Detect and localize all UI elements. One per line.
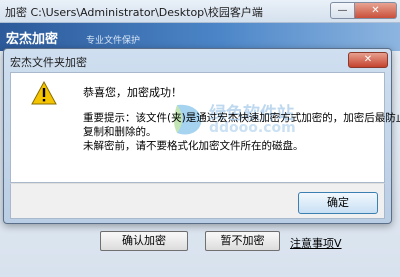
banner-title: 宏杰加密	[6, 32, 59, 47]
dialog-content: 恭喜您，加密成功！ 绿色软件站 ddooo.com 重要提示：该文件(夹)是通过…	[10, 72, 400, 183]
window-controls: — ✕	[330, 2, 397, 19]
message-line: 重要提示：该文件(夹)是通过宏杰快速加密方式加密的，加密后最防止	[83, 112, 400, 124]
message-body: 重要提示：该文件(夹)是通过宏杰快速加密方式加密的，加密后最防止 复制和删除的。…	[83, 111, 400, 153]
dialog-footer: 确定	[10, 183, 385, 219]
dialog-title: 宏杰文件夹加密	[10, 56, 87, 69]
window-titlebar: 加密 C:\Users\Administrator\Desktop\校园客户端 …	[0, 0, 400, 23]
app-banner: 宏杰加密 专业文件保护	[0, 23, 400, 51]
message-line: 未解密前，请不要格式化加密文件所在的磁盘。	[83, 140, 304, 152]
ok-button[interactable]: 确定	[298, 192, 378, 214]
notes-link[interactable]: 注意事项V	[290, 235, 342, 251]
dialog-titlebar: 宏杰文件夹加密 ✕	[4, 49, 391, 71]
confirm-encrypt-button[interactable]: 确认加密	[100, 231, 188, 251]
warning-triangle-icon	[31, 81, 57, 105]
banner-subtitle: 专业文件保护	[86, 36, 141, 46]
close-button[interactable]: ✕	[355, 2, 397, 19]
skip-encrypt-button[interactable]: 暂不加密	[205, 231, 280, 251]
window-title: 加密 C:\Users\Administrator\Desktop\校园客户端	[5, 6, 263, 19]
success-dialog: 宏杰文件夹加密 ✕ 恭喜您，加密成功！ 绿色软件站 ddooo.com 重要提示…	[3, 48, 400, 224]
message-line: 复制和删除的。	[83, 126, 157, 138]
dialog-close-button[interactable]: ✕	[348, 52, 388, 68]
minimize-button[interactable]: —	[330, 2, 355, 19]
message-title: 恭喜您，加密成功！	[83, 86, 182, 99]
